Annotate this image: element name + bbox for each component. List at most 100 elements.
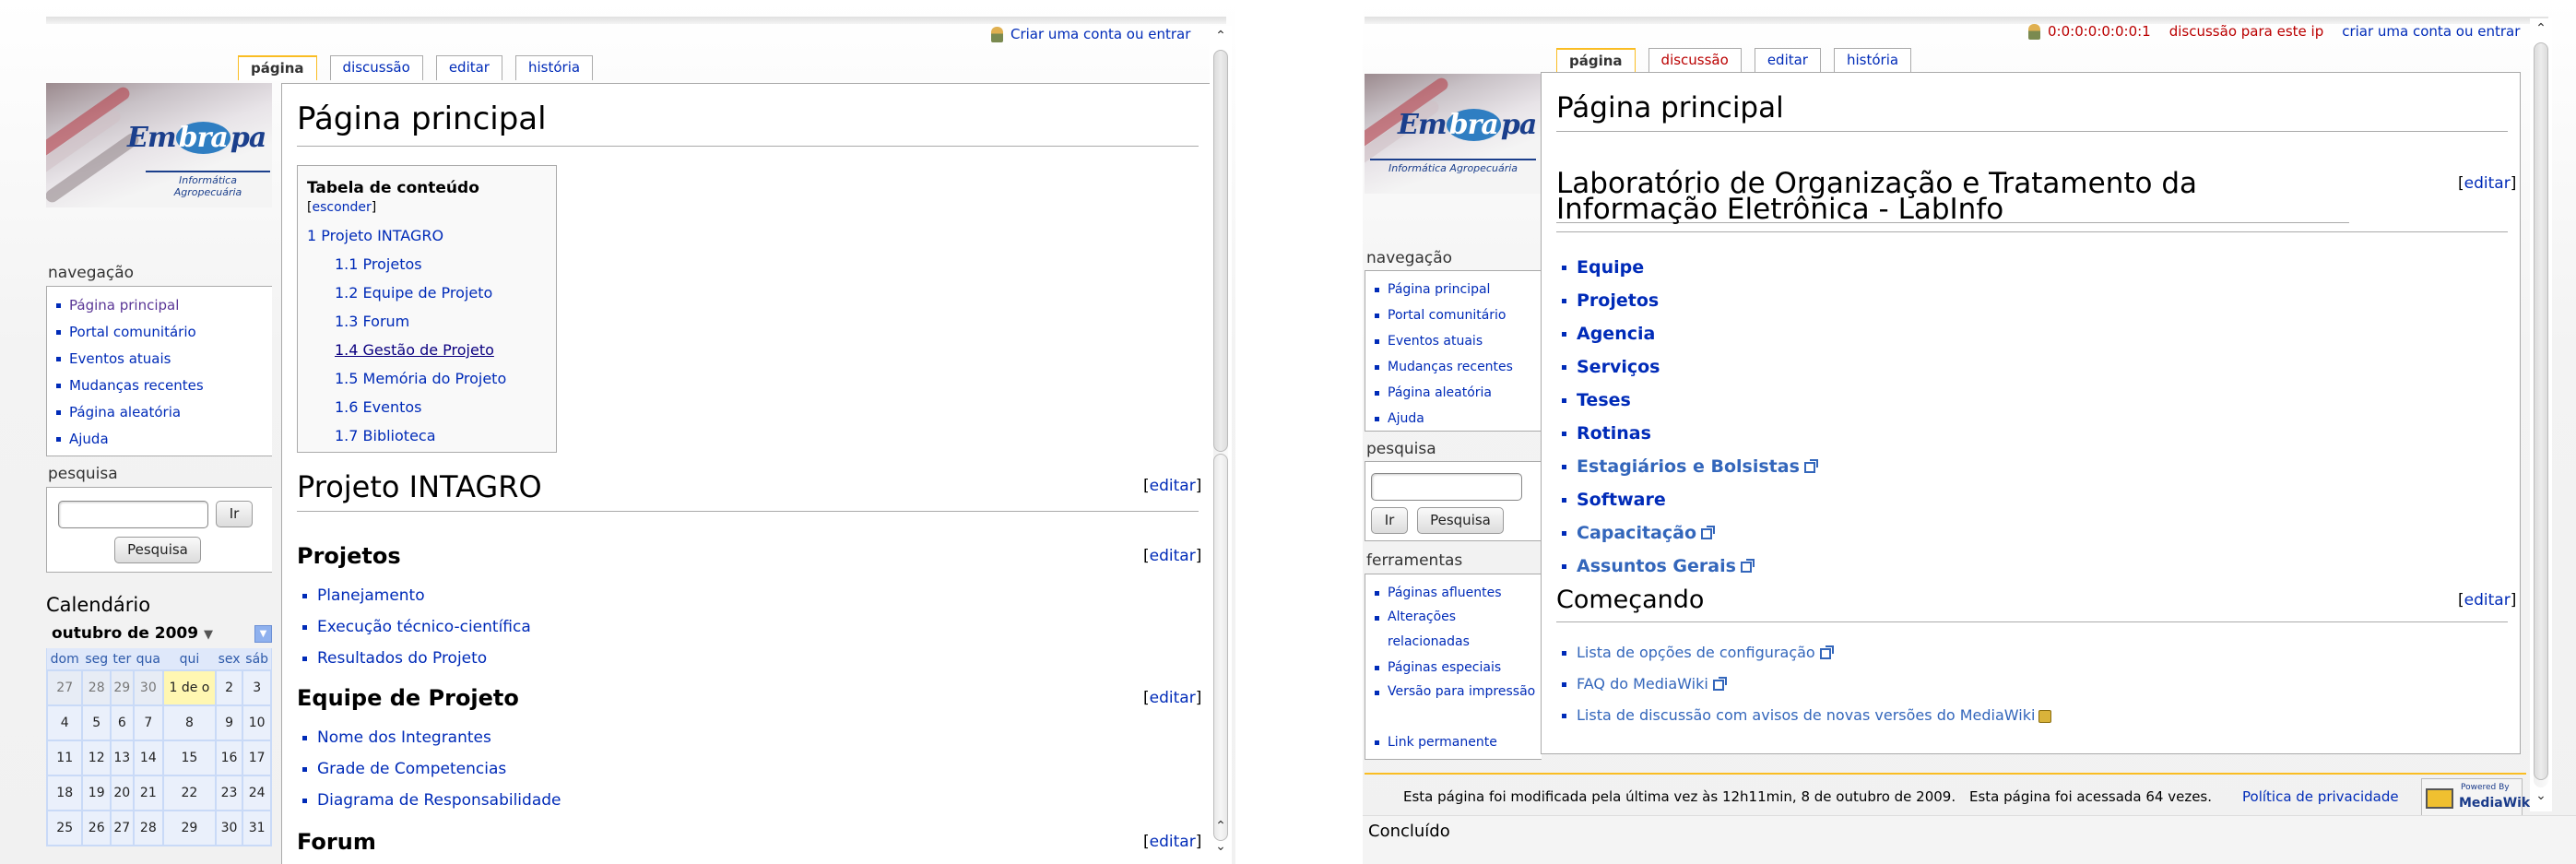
toc-hide-link[interactable]: esconder	[312, 200, 371, 215]
tools-item-permalink[interactable]: Link permanente	[1373, 729, 1542, 754]
vertical-scrollbar[interactable]: ⌃ ⌃ ⌄	[1210, 26, 1232, 864]
list-item[interactable]: Serviços	[1556, 351, 1815, 385]
calendar-day[interactable]: 14	[132, 740, 165, 776]
tab-editar[interactable]: editar	[435, 55, 502, 80]
search-button[interactable]: Pesquisa	[114, 537, 201, 563]
calendar-day[interactable]: 8	[162, 704, 217, 741]
calendar-day[interactable]: 27	[45, 669, 84, 706]
calendar-day[interactable]: 16	[214, 740, 244, 776]
calendar-day[interactable]: 31	[242, 810, 272, 846]
calendar-day[interactable]: 23	[214, 775, 244, 811]
calendar-day[interactable]: 25	[45, 810, 84, 846]
toc-entry[interactable]: 1.4 Gestão de Projeto	[307, 336, 547, 364]
toc-entry[interactable]: 1.6 Eventos	[307, 393, 547, 421]
list-item[interactable]: Teses	[1556, 385, 1815, 418]
tools-item-special-pages[interactable]: Páginas especiais	[1373, 655, 1542, 680]
calendar-day[interactable]: 28	[132, 810, 165, 846]
toc-entry[interactable]: 1.2 Equipe de Projeto	[307, 278, 547, 307]
list-item-external[interactable]: Capacitação	[1556, 517, 1815, 550]
calendar-dropdown-button[interactable]: ▼	[254, 625, 272, 643]
scrollbar-thumb[interactable]	[2534, 42, 2548, 780]
list-item[interactable]: Planejamento	[297, 582, 531, 613]
nav-item-main-page[interactable]: Página principal	[1373, 277, 1542, 302]
list-item[interactable]: Software	[1556, 484, 1815, 517]
search-input[interactable]	[58, 501, 208, 528]
nav-item-help[interactable]: Ajuda	[54, 426, 272, 453]
vertical-scrollbar[interactable]: ⌃ ⌄	[2530, 18, 2552, 811]
edit-section-link[interactable]: [editar]	[2458, 591, 2516, 610]
tab-historia[interactable]: história	[1833, 48, 1912, 73]
go-button[interactable]: Ir	[216, 501, 253, 527]
nav-item-community[interactable]: Portal comunitário	[1373, 302, 1542, 328]
calendar-day[interactable]: 9	[214, 704, 244, 741]
list-item-external[interactable]: Lista de opções de configuração	[1556, 639, 2051, 670]
list-item[interactable]: Equipe	[1556, 252, 1815, 285]
tools-item-printable[interactable]: Versão para impressão	[1373, 680, 1542, 729]
tab-historia[interactable]: história	[514, 55, 594, 80]
calendar-month[interactable]: outubro de 2009 ▼	[52, 624, 213, 643]
tab-discussao[interactable]: discussão	[1648, 48, 1742, 73]
toc-entry[interactable]: 1 Projeto INTAGRO	[307, 221, 547, 250]
embrapa-logo[interactable]: Em bra pa Informática Agropecuária	[46, 83, 272, 207]
nav-item-community[interactable]: Portal comunitário	[54, 319, 272, 346]
search-button[interactable]: Pesquisa	[1417, 507, 1504, 534]
list-item[interactable]: Execução técnico-científica	[297, 613, 531, 645]
go-button[interactable]: Ir	[1371, 507, 1408, 534]
list-item-external[interactable]: Assuntos Gerais	[1556, 550, 1815, 584]
calendar-day[interactable]: 18	[45, 775, 84, 811]
tab-pagina[interactable]: página	[238, 55, 317, 80]
nav-item-main-page[interactable]: Página principal	[54, 292, 272, 319]
calendar-day[interactable]: 29	[162, 810, 217, 846]
calendar-day[interactable]: 11	[45, 740, 84, 776]
edit-section-link[interactable]: [editar]	[2458, 174, 2516, 193]
calendar-day[interactable]: 26	[81, 810, 112, 846]
scrollbar-thumb[interactable]	[1213, 50, 1228, 452]
calendar-day[interactable]: 21	[132, 775, 165, 811]
embrapa-logo[interactable]: Em bra pa Informática Agropecuária	[1365, 74, 1542, 194]
list-item[interactable]: Projetos	[1556, 285, 1815, 318]
edit-section-link[interactable]: [editar]	[1143, 833, 1201, 851]
tools-item-whatlinkshere[interactable]: Páginas afluentes	[1373, 580, 1542, 605]
calendar-day[interactable]: 4	[45, 704, 84, 741]
chevron-down-icon[interactable]: ▼	[204, 628, 213, 642]
list-item[interactable]: Grade de Competencias	[297, 755, 561, 787]
privacy-policy-link[interactable]: Política de privacidade	[2242, 788, 2399, 805]
calendar-day[interactable]: 6	[110, 704, 135, 741]
tools-item-related-changes[interactable]: Alterações relacionadas	[1373, 605, 1542, 655]
create-account-link[interactable]: criar uma conta ou entrar	[2342, 23, 2520, 40]
nav-item-recent-changes[interactable]: Mudanças recentes	[54, 373, 272, 399]
calendar-day[interactable]: 3	[242, 669, 272, 706]
ip-link[interactable]: 0:0:0:0:0:0:0:1	[2048, 23, 2151, 40]
calendar-day[interactable]: 17	[242, 740, 272, 776]
calendar-day[interactable]: 15	[162, 740, 217, 776]
list-item-external[interactable]: FAQ do MediaWiki	[1556, 670, 2051, 702]
calendar-day[interactable]: 30	[214, 810, 244, 846]
calendar-day[interactable]: 10	[242, 704, 272, 741]
create-account-link[interactable]: Criar uma conta ou entrar	[1010, 26, 1190, 42]
toc-entry[interactable]: 1.7 Biblioteca	[307, 421, 547, 450]
toc-entry[interactable]: 1.3 Forum	[307, 307, 547, 336]
list-item[interactable]: Diagrama de Responsabilidade	[297, 787, 561, 818]
nav-item-random[interactable]: Página aleatória	[1373, 380, 1542, 406]
calendar-day[interactable]: 5	[81, 704, 112, 741]
nav-item-help[interactable]: Ajuda	[1373, 406, 1542, 432]
calendar-day[interactable]: 12	[81, 740, 112, 776]
calendar-day[interactable]: 1 de o	[162, 669, 217, 706]
ip-talk-link[interactable]: discussão para este ip	[2169, 23, 2323, 40]
calendar-day[interactable]: 13	[110, 740, 135, 776]
calendar-day[interactable]: 24	[242, 775, 272, 811]
nav-item-random[interactable]: Página aleatória	[54, 399, 272, 426]
calendar-day[interactable]: 27	[110, 810, 135, 846]
calendar-day[interactable]: 19	[81, 775, 112, 811]
tab-discussao[interactable]: discussão	[329, 55, 423, 80]
powered-by-mediawiki-badge[interactable]: Powered By MediaWiki	[2421, 778, 2535, 817]
edit-section-link[interactable]: [editar]	[1143, 547, 1201, 565]
edit-section-link[interactable]: [editar]	[1143, 689, 1201, 707]
list-item-external[interactable]: Estagiários e Bolsistas	[1556, 451, 1818, 484]
nav-item-current-events[interactable]: Eventos atuais	[1373, 328, 1542, 354]
scroll-down-icon[interactable]: ⌄	[1210, 836, 1232, 857]
list-item[interactable]: Resultados do Projeto	[297, 645, 531, 676]
list-item[interactable]: Rotinas	[1556, 418, 1815, 451]
scroll-up-icon[interactable]: ⌃	[1210, 816, 1232, 836]
calendar-day[interactable]: 7	[132, 704, 165, 741]
